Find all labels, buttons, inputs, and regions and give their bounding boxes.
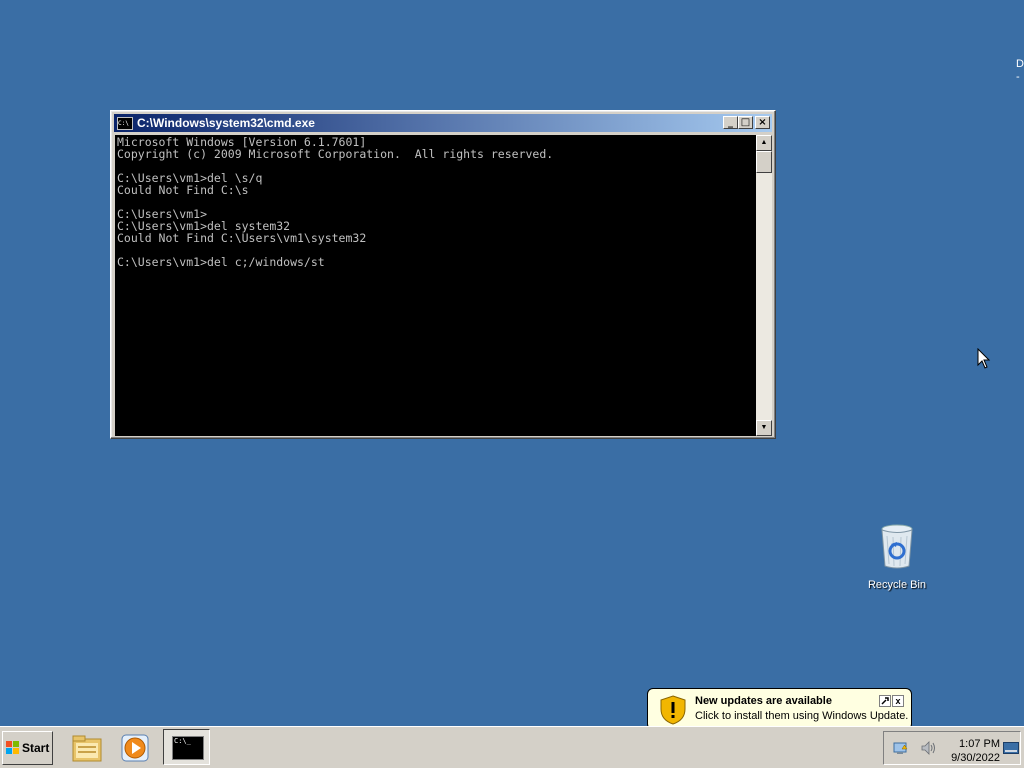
- recycle-bin[interactable]: Recycle Bin: [862, 522, 932, 591]
- clock-date: 9/30/2022: [951, 752, 1000, 764]
- cmd-window-title: C:\Windows\system32\cmd.exe: [137, 116, 315, 130]
- scroll-down-button[interactable]: ▼: [756, 420, 772, 436]
- windows-explorer-icon[interactable]: [70, 731, 104, 765]
- console-output[interactable]: Microsoft Windows [Version 6.1.7601] Cop…: [115, 135, 756, 436]
- cmd-taskbar-icon: C:\_: [172, 736, 204, 760]
- show-desktop-icon[interactable]: [1003, 742, 1019, 754]
- cmd-titlebar[interactable]: C:\ C:\Windows\system32\cmd.exe _ □ ×: [114, 114, 772, 132]
- windows-update-tray-icon[interactable]: [892, 740, 908, 756]
- cmd-window-icon[interactable]: C:\: [117, 116, 133, 130]
- start-button[interactable]: Start: [2, 731, 53, 765]
- title-buttons: _ □ ×: [723, 116, 770, 129]
- desktop-edge-text: D -: [1016, 58, 1024, 84]
- system-tray: 1:07 PM 9/30/2022: [883, 731, 1021, 765]
- console-line: Could Not Find C:\Users\vm1\system32: [117, 231, 367, 245]
- console-line: Could Not Find C:\s: [117, 183, 249, 197]
- taskbar-cmd-button[interactable]: C:\_: [163, 729, 210, 765]
- maximize-button[interactable]: □: [738, 116, 753, 129]
- console-line: C:\Users\vm1>del c;/windows/st: [117, 255, 325, 269]
- vertical-scrollbar[interactable]: ▲ ▼: [756, 135, 772, 436]
- start-label: Start: [22, 741, 50, 755]
- edge-text-line-1: D: [1016, 58, 1024, 70]
- edge-text-line-2: -: [1016, 71, 1020, 83]
- recycle-bin-label[interactable]: Recycle Bin: [862, 579, 932, 591]
- volume-icon[interactable]: [920, 740, 938, 756]
- scroll-up-button[interactable]: ▲: [756, 135, 772, 151]
- minimize-button[interactable]: _: [723, 116, 738, 129]
- notification-title: New updates are available: [695, 695, 832, 707]
- warning-shield-icon: [660, 695, 686, 725]
- windows-flag-icon: [6, 741, 19, 754]
- system-clock[interactable]: 1:07 PM 9/30/2022: [940, 737, 1000, 765]
- scroll-thumb[interactable]: [756, 151, 772, 173]
- close-button[interactable]: ×: [755, 116, 770, 129]
- console-line: Copyright (c) 2009 Microsoft Corporation…: [117, 147, 554, 161]
- notification-close-button[interactable]: x: [892, 695, 904, 707]
- mouse-cursor-icon: [977, 348, 991, 369]
- update-notification-balloon[interactable]: New updates are available Click to insta…: [647, 688, 912, 739]
- media-player-icon[interactable]: [118, 731, 152, 765]
- taskbar: Start C:\_ 1:07 PM 9/30/2022: [0, 726, 1024, 768]
- clock-time: 1:07 PM: [959, 738, 1000, 750]
- cmd-window[interactable]: C:\ C:\Windows\system32\cmd.exe _ □ × Mi…: [110, 110, 776, 439]
- notification-options-icon[interactable]: [879, 695, 891, 707]
- notification-text[interactable]: Click to install them using Windows Upda…: [695, 710, 908, 722]
- recycle-bin-icon[interactable]: [877, 522, 917, 570]
